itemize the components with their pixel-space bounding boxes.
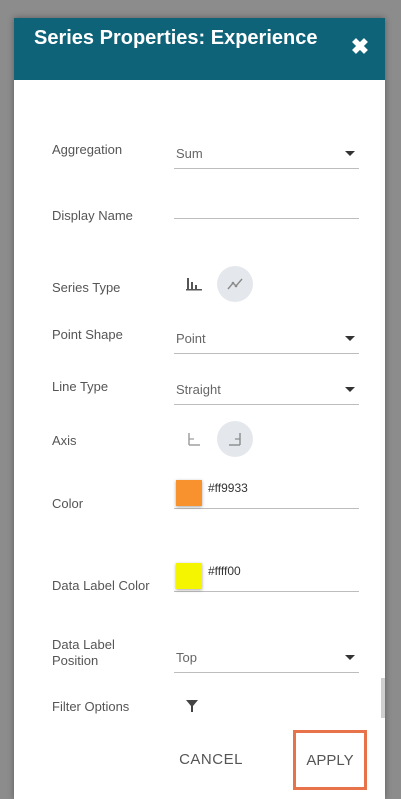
apply-button[interactable]: APPLY: [293, 730, 367, 790]
line-chart-icon[interactable]: [217, 266, 253, 302]
chevron-down-icon: [345, 336, 355, 341]
filter-icon[interactable]: [174, 688, 210, 724]
axis-label: Axis: [52, 433, 77, 448]
cancel-button[interactable]: CANCEL: [174, 751, 248, 768]
color-value: #ff9933: [208, 481, 248, 495]
data-label-position-label: Data Label Position: [52, 637, 115, 668]
data-label-color-field[interactable]: #ffff00: [174, 561, 359, 592]
close-icon[interactable]: ✖: [349, 36, 371, 58]
point-shape-label: Point Shape: [52, 327, 123, 342]
display-name-input[interactable]: [174, 194, 359, 219]
left-axis-icon[interactable]: [176, 421, 212, 457]
aggregation-select[interactable]: Sum: [174, 140, 359, 169]
display-name-label: Display Name: [52, 208, 133, 223]
scrollbar[interactable]: [381, 678, 385, 718]
dialog-header: Series Properties: Experience ✖: [14, 18, 385, 80]
color-swatch[interactable]: [176, 480, 202, 506]
series-type-label: Series Type: [52, 280, 121, 295]
color-label: Color: [52, 496, 84, 511]
aggregation-label: Aggregation: [52, 142, 123, 157]
aggregation-value: Sum: [176, 146, 203, 161]
data-label-position-value: Top: [176, 650, 197, 665]
line-type-label: Line Type: [52, 379, 109, 394]
color-field[interactable]: #ff9933: [174, 478, 359, 509]
data-label-color-label: Data Label Color: [52, 578, 150, 593]
chevron-down-icon: [345, 655, 355, 660]
right-axis-icon[interactable]: [217, 421, 253, 457]
point-shape-select[interactable]: Point: [174, 325, 359, 354]
line-type-value: Straight: [176, 382, 221, 397]
series-properties-dialog: Series Properties: Experience ✖ Aggregat…: [14, 18, 385, 799]
chevron-down-icon: [345, 387, 355, 392]
apply-button-label: APPLY: [306, 751, 354, 769]
line-type-select[interactable]: Straight: [174, 376, 359, 405]
data-label-position-select[interactable]: Top: [174, 644, 359, 673]
chevron-down-icon: [345, 151, 355, 156]
data-label-color-value: #ffff00: [208, 564, 241, 578]
point-shape-value: Point: [176, 331, 206, 346]
data-label-color-swatch[interactable]: [176, 563, 202, 589]
dialog-title: Series Properties: Experience: [34, 27, 318, 49]
bar-chart-icon[interactable]: [176, 266, 212, 302]
filter-options-label: Filter Options: [52, 699, 130, 714]
